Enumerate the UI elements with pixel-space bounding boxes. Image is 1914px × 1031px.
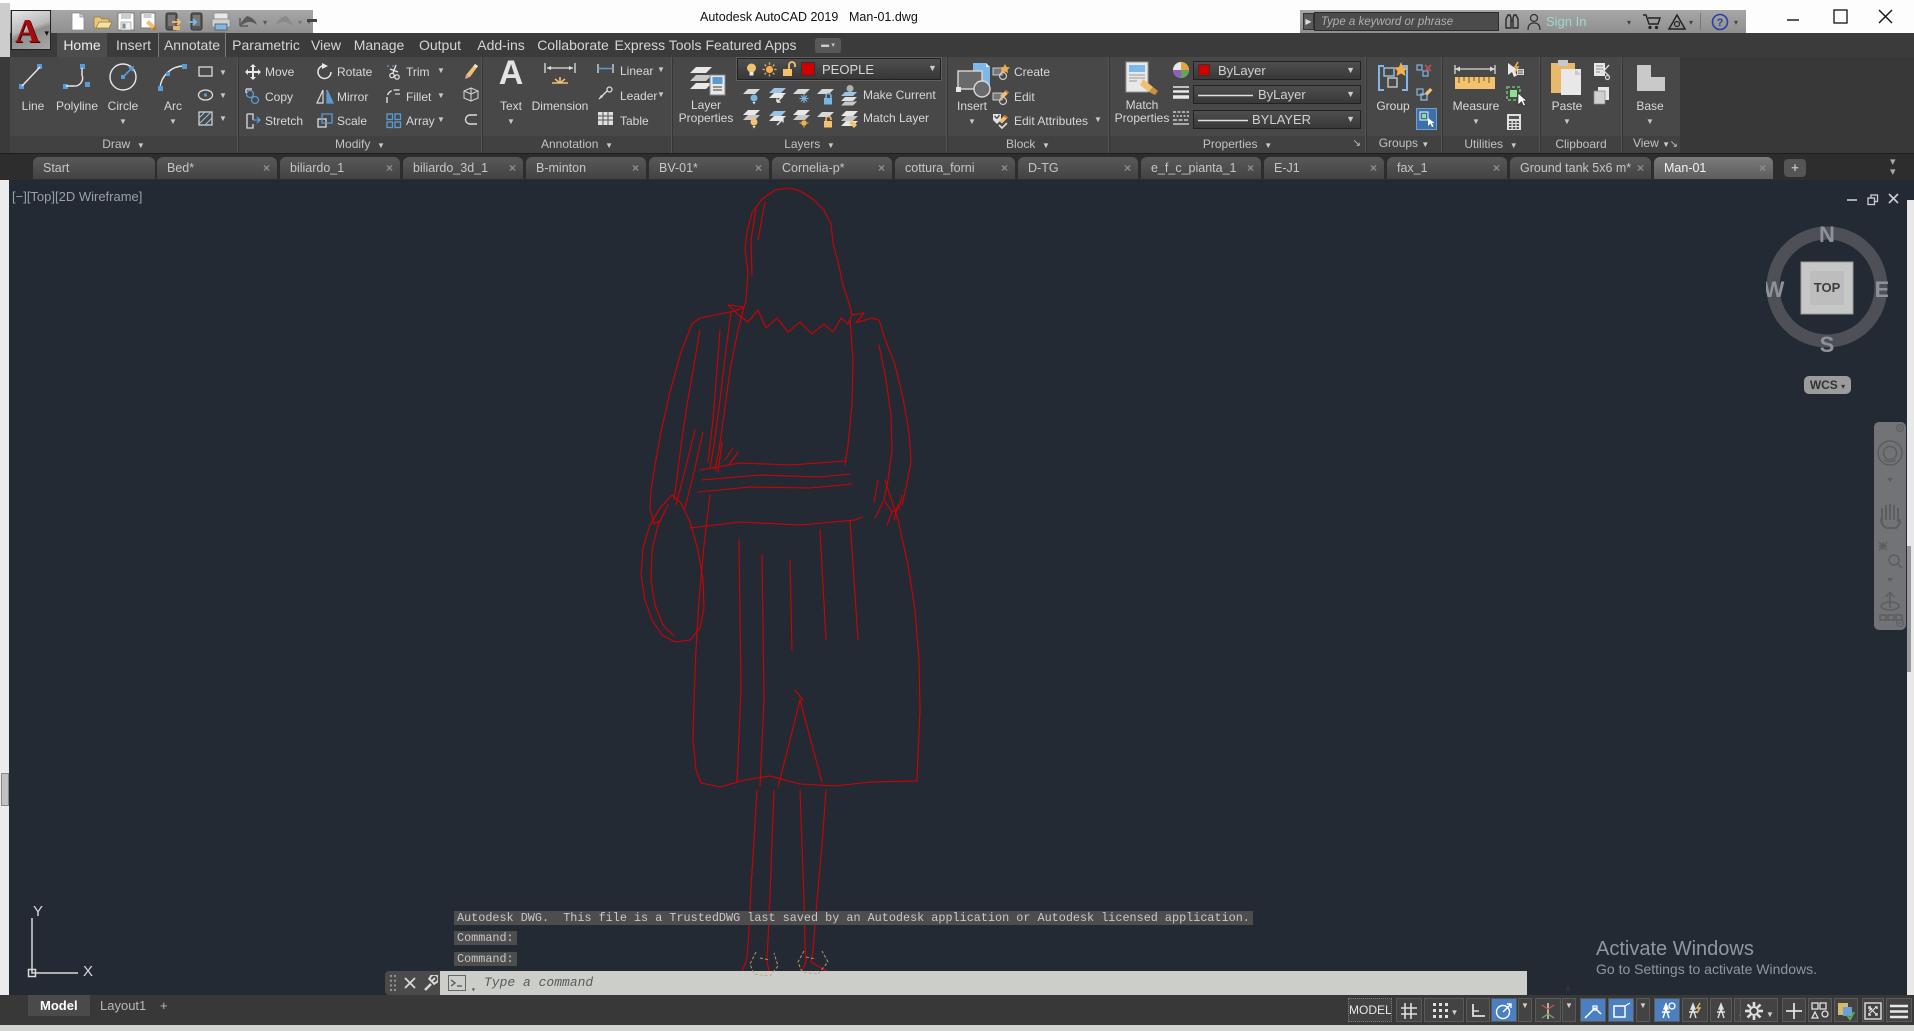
svg-text:TOP: TOP (1814, 280, 1841, 295)
svg-text:X: X (83, 963, 93, 980)
svg-text:Y: Y (33, 903, 43, 920)
svg-text:S: S (1820, 332, 1835, 357)
svg-text:?: ? (1717, 17, 1724, 29)
svg-text:E: E (1875, 277, 1888, 302)
svg-text:N: N (1819, 226, 1835, 247)
svg-text:W: W (1766, 277, 1785, 302)
